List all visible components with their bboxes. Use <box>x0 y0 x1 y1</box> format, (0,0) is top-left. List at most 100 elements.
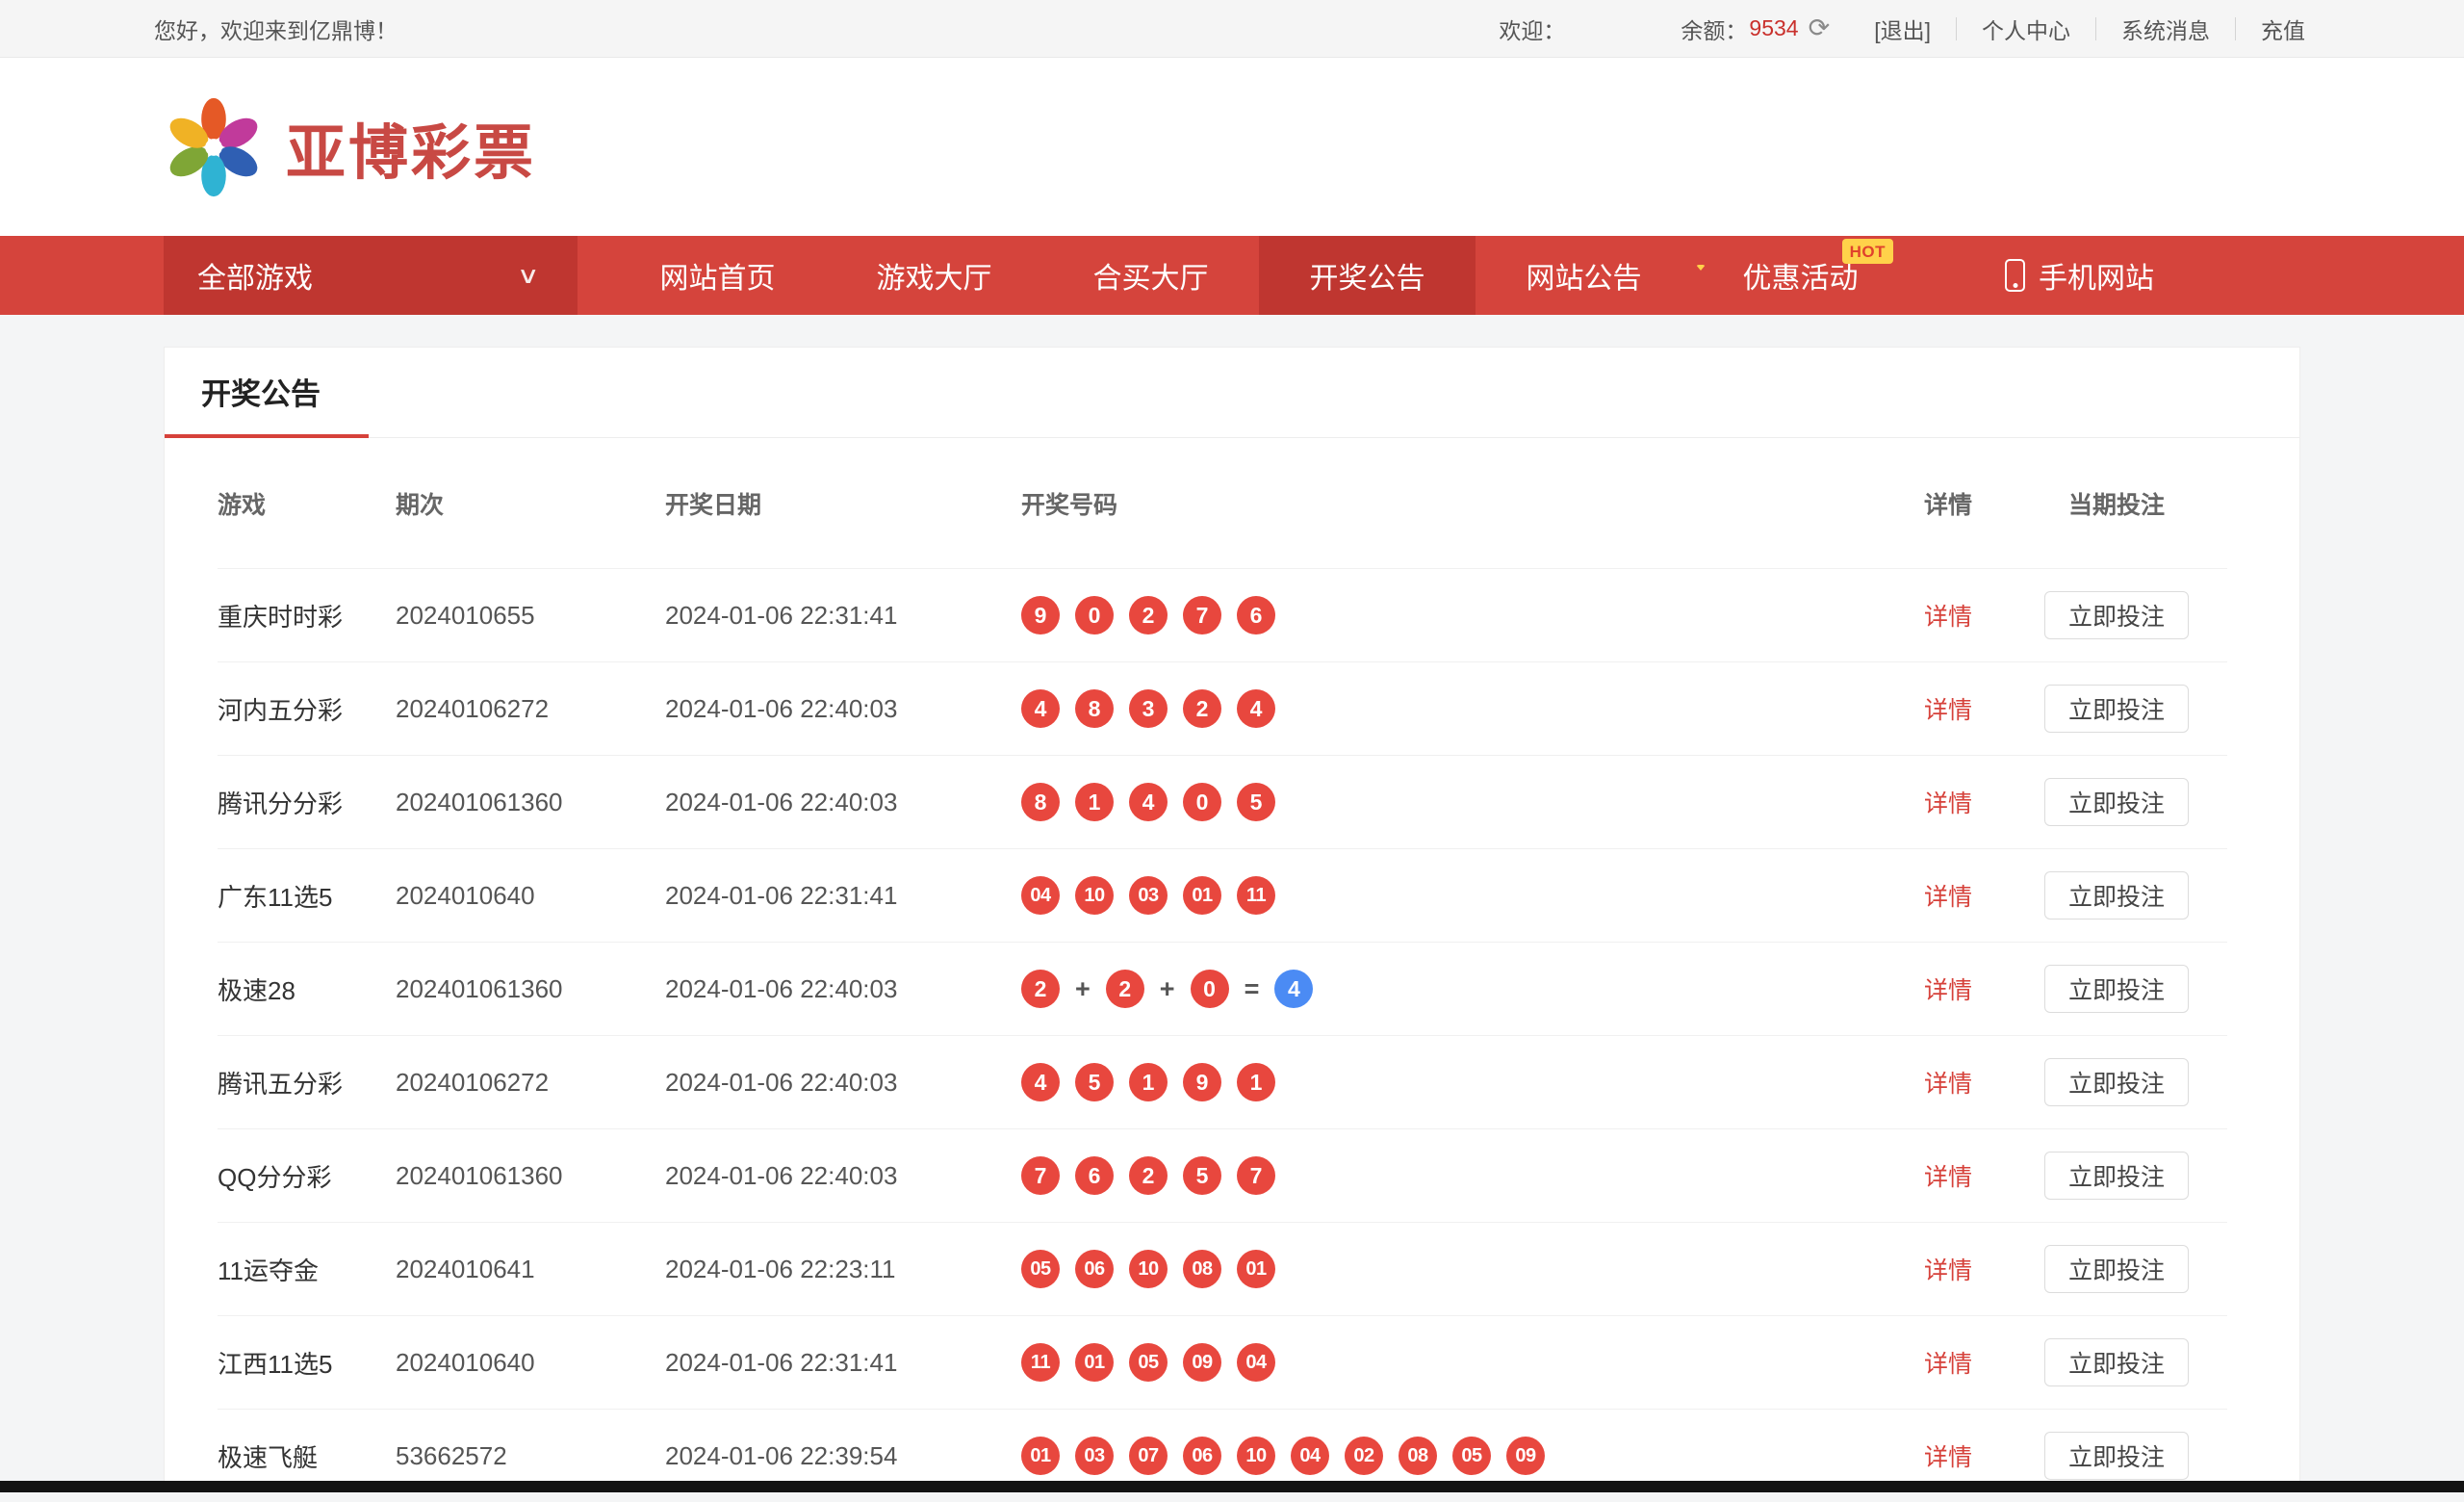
nav-item-draw-announcements[interactable]: 开奖公告 <box>1259 236 1476 315</box>
detail-cell: 详情 <box>1890 878 2006 913</box>
lottery-ball: 5 <box>1183 1156 1221 1195</box>
detail-cell: 详情 <box>1890 691 2006 726</box>
table-row: 腾讯五分彩202401062722024-01-06 22:40:0345191… <box>218 1035 2227 1128</box>
bet-now-button[interactable]: 立即投注 <box>2044 778 2189 826</box>
panel-header: 开奖公告 <box>165 348 2299 438</box>
bet-now-button[interactable]: 立即投注 <box>2044 965 2189 1013</box>
game-name: 极速飞艇 <box>218 1438 396 1474</box>
issue-number: 202401061360 <box>396 788 665 817</box>
header-numbers: 开奖号码 <box>1021 486 1890 521</box>
bet-cell: 立即投注 <box>2006 1338 2227 1386</box>
nav-item-promotions[interactable]: 优惠活动 HOT <box>1692 236 1909 315</box>
draw-numbers: 1101050904 <box>1021 1343 1890 1382</box>
lottery-ball: 07 <box>1129 1437 1168 1475</box>
nav-item-game-hall[interactable]: 游戏大厅 <box>826 236 1042 315</box>
lottery-ball: 01 <box>1237 1250 1275 1288</box>
bet-now-button[interactable]: 立即投注 <box>2044 1338 2189 1386</box>
game-name: QQ分分彩 <box>218 1158 396 1194</box>
lottery-ball: 9 <box>1021 596 1060 634</box>
system-messages-link[interactable]: 系统消息 <box>2121 13 2210 45</box>
lottery-ball: 3 <box>1129 689 1168 728</box>
bet-now-button[interactable]: 立即投注 <box>2044 1245 2189 1293</box>
lottery-ball: 11 <box>1021 1343 1060 1382</box>
detail-link[interactable]: 详情 <box>1924 1444 1972 1471</box>
logout-link[interactable]: [退出] <box>1874 13 1931 45</box>
page-title: 开奖公告 <box>201 370 321 413</box>
lottery-ball: 05 <box>1021 1250 1060 1288</box>
bet-now-button[interactable]: 立即投注 <box>2044 685 2189 733</box>
draw-numbers: 90276 <box>1021 596 1890 634</box>
detail-cell: 详情 <box>1890 971 2006 1006</box>
draw-numbers: 0506100801 <box>1021 1250 1890 1288</box>
lottery-ball: 9 <box>1183 1063 1221 1101</box>
nav-item-group-buy-hall[interactable]: 合买大厅 <box>1042 236 1259 315</box>
game-name: 腾讯五分彩 <box>218 1065 396 1101</box>
detail-link[interactable]: 详情 <box>1924 977 1972 1004</box>
issue-number: 2024010655 <box>396 601 665 631</box>
header-bet: 当期投注 <box>2006 486 2227 521</box>
bet-now-button[interactable]: 立即投注 <box>2044 1432 2189 1480</box>
smartphone-icon <box>2005 259 2025 292</box>
user-center-link[interactable]: 个人中心 <box>1982 13 2070 45</box>
detail-link[interactable]: 详情 <box>1924 1257 1972 1284</box>
lottery-ball: 04 <box>1021 876 1060 915</box>
balance-label: 余额： <box>1681 13 1747 45</box>
lottery-ball: 02 <box>1345 1437 1383 1475</box>
table-row: 广东11选520240106402024-01-06 22:31:4104100… <box>218 848 2227 942</box>
draw-numbers: 48324 <box>1021 689 1890 728</box>
detail-link[interactable]: 详情 <box>1924 697 1972 724</box>
main-navbar: 全部游戏 ∨ 网站首页 游戏大厅 合买大厅 开奖公告 网站公告 优惠活动 HOT… <box>0 236 2464 315</box>
draw-date: 2024-01-06 22:40:03 <box>665 1068 1021 1098</box>
detail-cell: 详情 <box>1890 1345 2006 1380</box>
bet-cell: 立即投注 <box>2006 1245 2227 1293</box>
brand-name[interactable]: 亚博彩票 <box>286 104 536 191</box>
nav-item-home[interactable]: 网站首页 <box>609 236 826 315</box>
recharge-link[interactable]: 充值 <box>2261 13 2305 45</box>
balance-value: 9534 <box>1749 15 1798 41</box>
lottery-ball: 4 <box>1021 689 1060 728</box>
table-row: 极速282024010613602024-01-06 22:40:032+2+0… <box>218 942 2227 1035</box>
issue-number: 53662572 <box>396 1441 665 1471</box>
game-name: 11运夺金 <box>218 1252 396 1287</box>
lottery-ball: 1 <box>1237 1063 1275 1101</box>
detail-link[interactable]: 详情 <box>1924 790 1972 817</box>
lottery-ball: 05 <box>1452 1437 1491 1475</box>
nav-items: 网站首页 游戏大厅 合买大厅 开奖公告 网站公告 优惠活动 HOT <box>609 236 1909 315</box>
lottery-ball: 01 <box>1183 876 1221 915</box>
draw-date: 2024-01-06 22:40:03 <box>665 1161 1021 1191</box>
detail-link[interactable]: 详情 <box>1924 604 1972 631</box>
lottery-ball-sum: 4 <box>1274 970 1313 1008</box>
issue-number: 2024010640 <box>396 881 665 911</box>
draw-date: 2024-01-06 22:23:11 <box>665 1255 1021 1284</box>
game-name: 重庆时时彩 <box>218 598 396 634</box>
detail-link[interactable]: 详情 <box>1924 1164 1972 1191</box>
detail-cell: 详情 <box>1890 1438 2006 1473</box>
table-row: 重庆时时彩20240106552024-01-06 22:31:4190276详… <box>218 568 2227 661</box>
detail-link[interactable]: 详情 <box>1924 1351 1972 1378</box>
refresh-balance-icon[interactable]: ⟳ <box>1809 13 1831 43</box>
lottery-ball: 4 <box>1021 1063 1060 1101</box>
lottery-ball: 08 <box>1399 1437 1437 1475</box>
issue-number: 202401061360 <box>396 1161 665 1191</box>
lottery-ball: 2 <box>1021 970 1060 1008</box>
nav-item-site-announcements[interactable]: 网站公告 <box>1476 236 1692 315</box>
nav-item-mobile-site[interactable]: 手机网站 <box>2005 236 2154 315</box>
tab-draw-announcements[interactable]: 开奖公告 <box>165 348 369 438</box>
bet-now-button[interactable]: 立即投注 <box>2044 1058 2189 1106</box>
lottery-ball: 4 <box>1129 783 1168 821</box>
bet-now-button[interactable]: 立即投注 <box>2044 591 2189 639</box>
bet-now-button[interactable]: 立即投注 <box>2044 1152 2189 1200</box>
draw-date: 2024-01-06 22:31:41 <box>665 1348 1021 1378</box>
draw-date: 2024-01-06 22:39:54 <box>665 1441 1021 1471</box>
bet-cell: 立即投注 <box>2006 1058 2227 1106</box>
detail-link[interactable]: 详情 <box>1924 884 1972 911</box>
issue-number: 20240106272 <box>396 1068 665 1098</box>
detail-link[interactable]: 详情 <box>1924 1071 1972 1098</box>
table-row: 11运夺金20240106412024-01-06 22:23:11050610… <box>218 1222 2227 1315</box>
nav-item-label: 优惠活动 <box>1743 254 1859 297</box>
table-row: 腾讯分分彩2024010613602024-01-06 22:40:038140… <box>218 755 2227 848</box>
lottery-ball: 04 <box>1291 1437 1329 1475</box>
all-games-dropdown[interactable]: 全部游戏 ∨ <box>164 236 578 315</box>
lottery-ball: 10 <box>1075 876 1114 915</box>
bet-now-button[interactable]: 立即投注 <box>2044 871 2189 919</box>
